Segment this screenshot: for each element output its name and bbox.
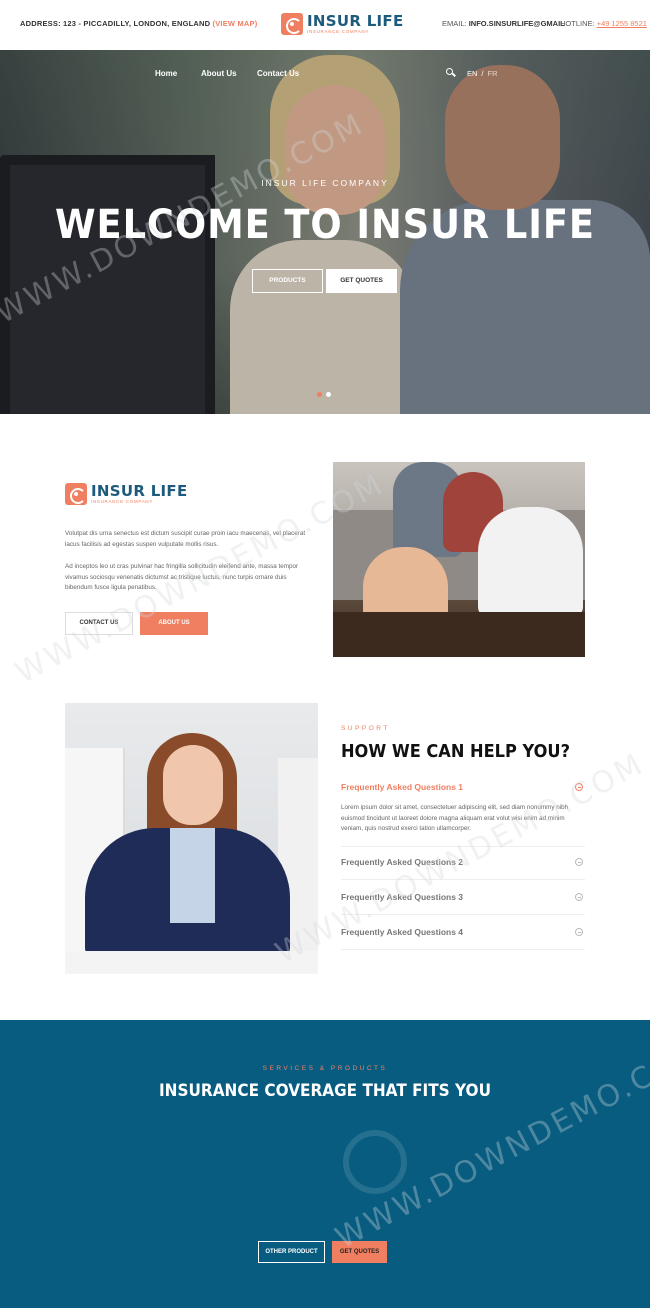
logo-icon [281,13,303,35]
about-paragraph-1: Volutpat dis urna senectus est dictum su… [65,530,306,548]
toggle-icon[interactable] [575,893,583,901]
services-section: SERVICES & PRODUCTS INSURANCE COVERAGE T… [0,1020,650,1308]
shield-icon [343,1130,407,1194]
hotline-value[interactable]: +49 1255 8521 [597,19,647,28]
slider-dot-active[interactable] [326,392,331,397]
other-product-button[interactable]: OTHER PRODUCT [258,1241,325,1263]
search-icon[interactable] [446,68,456,78]
view-map-link[interactable]: (VIEW MAP) [213,19,258,28]
nav-home[interactable]: Home [155,69,177,78]
email-value[interactable]: INFO.SINSURLIFE@GMAIL [469,19,565,28]
site-logo[interactable]: INSUR LIFE INSURANCE COMPANY [281,13,404,35]
divider [341,949,585,950]
email-label: EMAIL: [442,19,467,28]
email-info: EMAIL: INFO.SINSURLIFE@GMAIL [442,19,565,28]
about-paragraph-2: Ad inceptos leo ut cras pulvinar hac fri… [65,563,299,591]
logo-tagline: INSURANCE COMPANY [307,28,370,34]
address-info: ADDRESS: 123 - PICCADILLY, LONDON, ENGLA… [20,19,257,28]
faq-question[interactable]: Frequently Asked Questions 2 [341,857,463,867]
lang-separator: / [481,69,484,78]
divider [341,879,585,880]
faq-item-4[interactable]: Frequently Asked Questions 4 [341,927,585,950]
hero-kicker: INSUR LIFE COMPANY [261,178,389,188]
help-heading: HOW WE CAN HELP YOU? [341,741,570,762]
faq-item-2[interactable]: Frequently Asked Questions 2 [341,857,585,880]
about-us-button[interactable]: ABOUT US [140,612,208,635]
faq-item-1[interactable]: Frequently Asked Questions 1 Lorem ipsum… [341,782,585,847]
get-quotes-button[interactable]: GET QUOTES [326,269,397,293]
toggle-icon[interactable] [575,858,583,866]
language-switcher: EN / FR [467,69,498,78]
faq-answer: Lorem ipsum dolor sit amet, consectetuer… [341,804,569,832]
logo-name: INSUR LIFE [91,481,188,500]
hotline-info: HOTLINE: +49 1255 8521 [560,19,647,28]
family-photo [333,462,585,657]
products-button[interactable]: PRODUCTS [252,269,323,293]
toggle-icon[interactable] [575,928,583,936]
faq-question[interactable]: Frequently Asked Questions 3 [341,892,463,902]
address-label: ADDRESS: 123 - PICCADILLY, LONDON, ENGLA… [20,19,211,28]
nav-about-us[interactable]: About Us [201,69,237,78]
logo-tagline: INSURANCE COMPANY [91,498,154,504]
contact-us-button[interactable]: CONTACT US [65,612,133,635]
slider-dot[interactable] [317,392,322,397]
toggle-icon[interactable] [575,783,583,791]
lang-fr[interactable]: FR [488,69,498,78]
about-logo: INSUR LIFE INSURANCE COMPANY [65,483,188,505]
get-quotes-button-2[interactable]: GET QUOTES [332,1241,387,1263]
top-bar: ADDRESS: 123 - PICCADILLY, LONDON, ENGLA… [0,0,650,50]
hero-slider: Home About Us Contact Us EN / FR INSUR LIF… [0,50,650,414]
services-kicker: SERVICES & PRODUCTS [262,1065,388,1072]
divider [341,846,585,847]
logo-icon [65,483,87,505]
logo-name: INSUR LIFE [307,11,404,30]
faq-question[interactable]: Frequently Asked Questions 1 [341,782,463,792]
help-kicker: SUPPORT [341,725,390,732]
faq-question[interactable]: Frequently Asked Questions 4 [341,927,463,937]
faq-item-3[interactable]: Frequently Asked Questions 3 [341,892,585,915]
nav-contact-us[interactable]: Contact Us [257,69,299,78]
agent-photo [65,703,318,974]
slider-dots [317,392,331,397]
services-title: INSURANCE COVERAGE THAT FITS YOU [158,1081,491,1101]
lang-en[interactable]: EN [467,69,477,78]
hotline-label: HOTLINE: [560,19,595,28]
divider [341,914,585,915]
hero-title: WELCOME TO INSUR LIFE [54,202,596,248]
